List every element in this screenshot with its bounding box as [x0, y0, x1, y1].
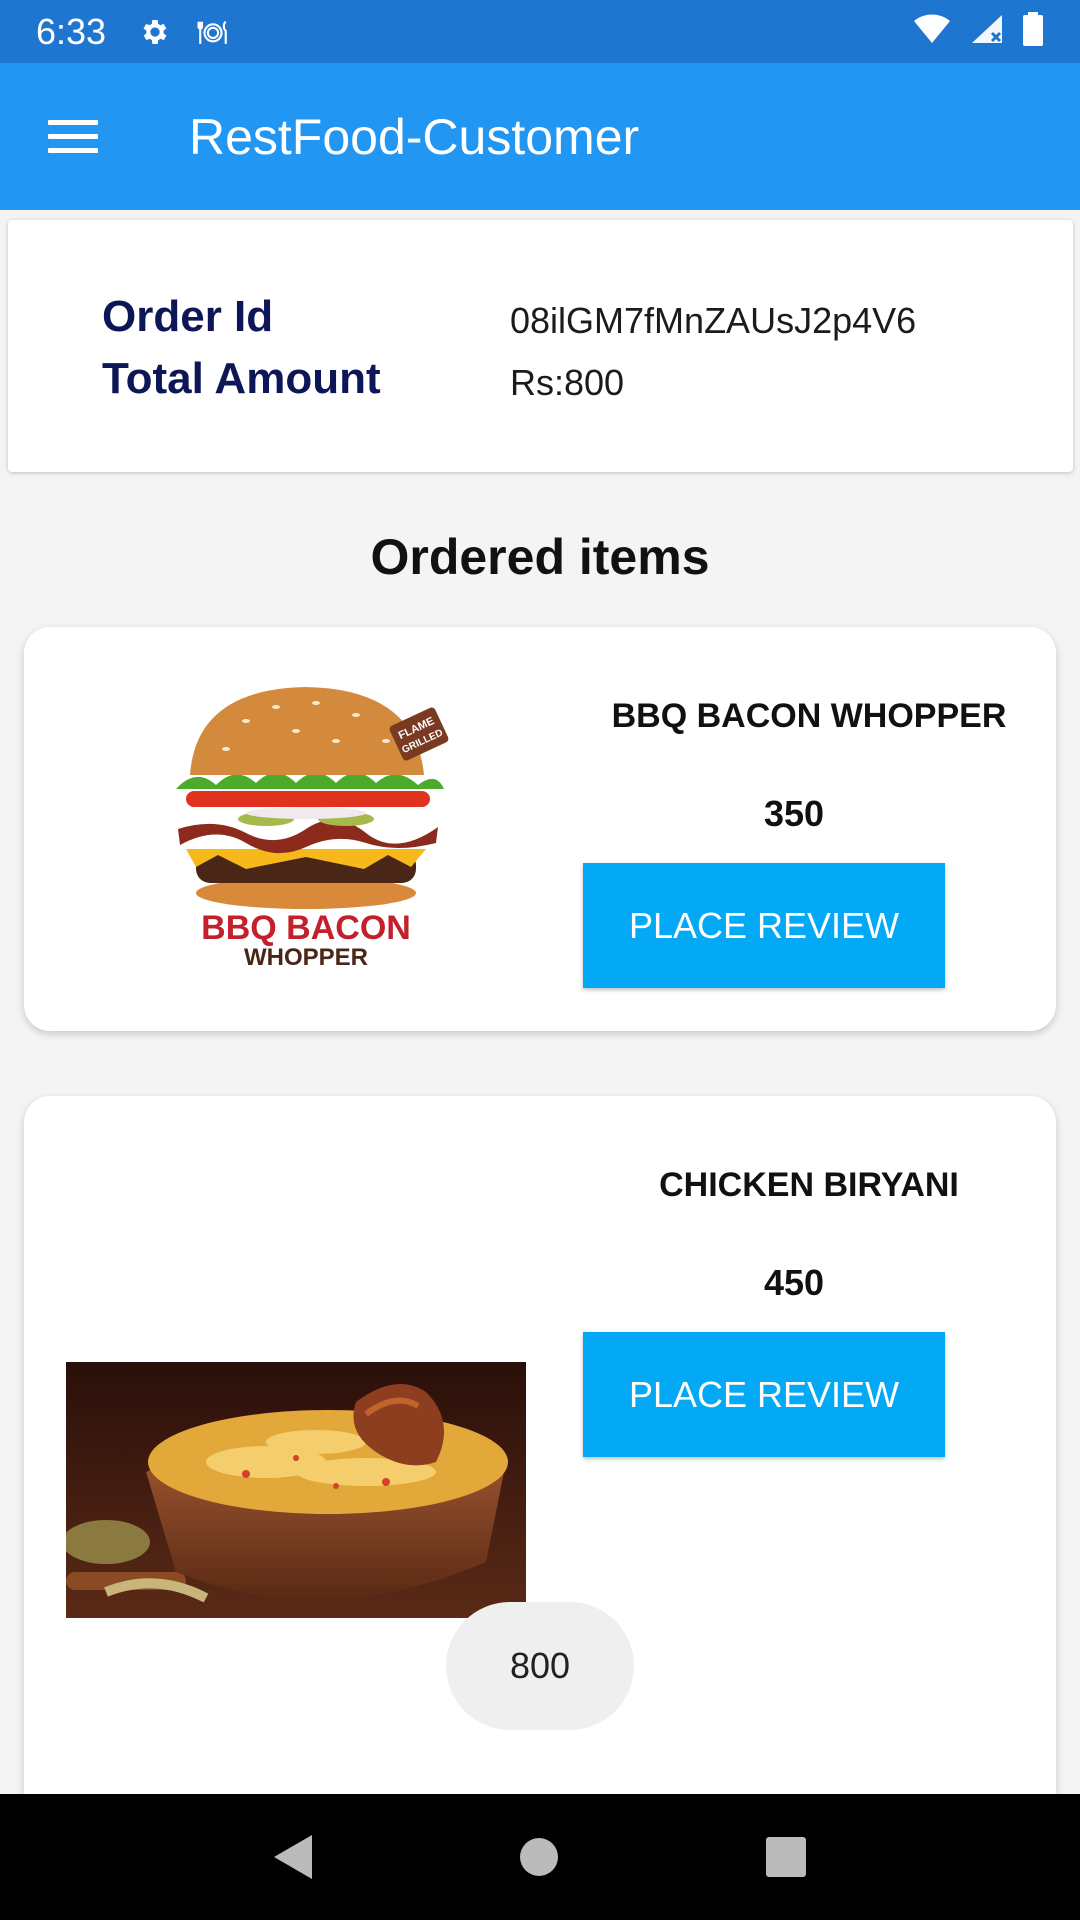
burger-image: FLAME GRILLED BBQ BACON WHOPPER [156, 671, 460, 971]
order-item-card: FLAME GRILLED BBQ BACON WHOPPER BBQ BACO… [24, 627, 1056, 1031]
home-icon[interactable] [520, 1838, 558, 1876]
app-title: RestFood-Customer [189, 108, 640, 165]
order-id-label: Order Id [102, 292, 274, 341]
total-chip[interactable]: 800 [446, 1602, 634, 1730]
wifi-icon [912, 13, 952, 50]
item-name: CHICKEN BIRYANI [659, 1166, 959, 1204]
back-icon[interactable] [274, 1835, 312, 1879]
restaurant-icon [196, 15, 230, 49]
place-review-button[interactable]: PLACE REVIEW [583, 863, 945, 988]
status-time: 6:33 [36, 10, 107, 52]
hamburger-menu-icon[interactable] [0, 63, 146, 210]
navigation-bar [0, 1794, 1080, 1920]
image-brand-text-1: BBQ BACON [201, 909, 411, 947]
app-bar: RestFood-Customer [0, 63, 1080, 210]
biryani-image [66, 1362, 526, 1618]
total-amount-value: Rs:800 [510, 362, 625, 403]
status-bar: 6:33 [0, 0, 1080, 63]
battery-icon [1022, 12, 1044, 51]
gear-icon [138, 15, 172, 49]
item-price: 350 [763, 793, 825, 834]
item-price: 450 [763, 1262, 825, 1303]
recent-apps-icon[interactable] [766, 1837, 806, 1877]
section-title: Ordered items [370, 529, 710, 585]
item-name: BBQ BACON WHOPPER [611, 697, 1007, 735]
order-summary-card: Order Id 08ilGM7fMnZAUsJ2p4V6 Total Amou… [8, 220, 1073, 472]
image-brand-text-2: WHOPPER [244, 944, 368, 971]
order-id-value: 08ilGM7fMnZAUsJ2p4V6 [510, 300, 917, 341]
total-amount-label: Total Amount [102, 354, 381, 403]
signal-icon [970, 13, 1004, 50]
place-review-button[interactable]: PLACE REVIEW [583, 1332, 945, 1457]
